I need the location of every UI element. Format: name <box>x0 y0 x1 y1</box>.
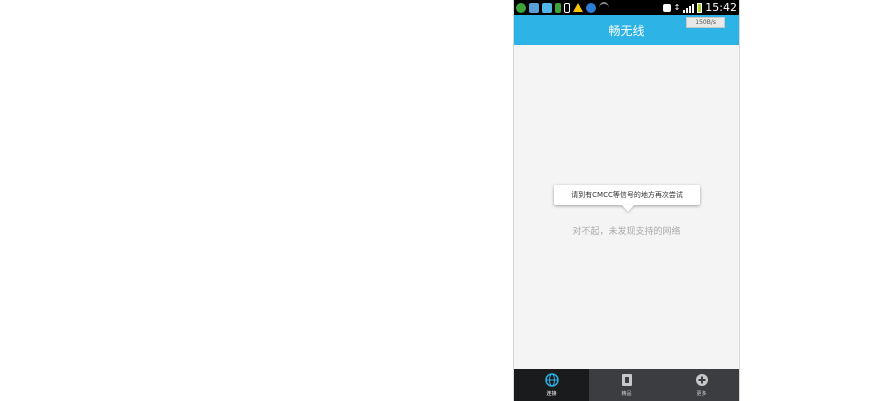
tooltip-arrow <box>622 205 634 212</box>
tab-featured-label: 精品 <box>621 391 632 397</box>
status-time: 15:42 <box>705 1 737 14</box>
signal-icon <box>683 3 695 13</box>
sim-icon <box>662 3 671 12</box>
network-icon: ↕ <box>673 3 681 12</box>
shield-icon <box>529 2 539 13</box>
message-icon <box>542 2 552 13</box>
download-icon <box>555 2 561 13</box>
tooltip-text: 请到有CMCC等信号的地方再次尝试 <box>571 191 683 199</box>
globe-icon <box>544 373 559 387</box>
speed-indicator: 150B/s <box>686 17 725 28</box>
tooltip-bubble: 请到有CMCC等信号的地方再次尝试 <box>554 185 700 205</box>
tab-featured[interactable]: 精品 <box>589 369 664 401</box>
status-right-icons: ↕ 15:42 <box>662 1 737 14</box>
tab-more[interactable]: 更多 <box>664 369 739 401</box>
wifi-icon <box>599 1 609 14</box>
status-bar: ↕ 15:42 <box>514 0 739 15</box>
status-left-icons <box>516 1 609 14</box>
phone-screen: ↕ 15:42 畅无线 150B/s 请到有CMCC等信号的地方再次尝试 对不起… <box>513 0 740 401</box>
battery-icon <box>697 2 703 13</box>
bottom-tab-bar: 连接 精品 更多 <box>514 369 739 401</box>
no-network-message: 对不起，未发现支持的网络 <box>572 227 681 237</box>
plus-circle-icon <box>695 373 709 387</box>
title-bar: 畅无线 150B/s <box>514 15 739 45</box>
app-box-icon <box>620 373 634 387</box>
tab-more-label: 更多 <box>696 391 707 397</box>
usb-icon <box>564 2 570 13</box>
browser-icon <box>586 2 596 13</box>
tab-connect[interactable]: 连接 <box>514 369 589 401</box>
app-icon <box>516 2 526 13</box>
tab-connect-label: 连接 <box>546 391 557 397</box>
warning-icon <box>573 3 583 12</box>
page-title: 畅无线 <box>608 23 645 38</box>
